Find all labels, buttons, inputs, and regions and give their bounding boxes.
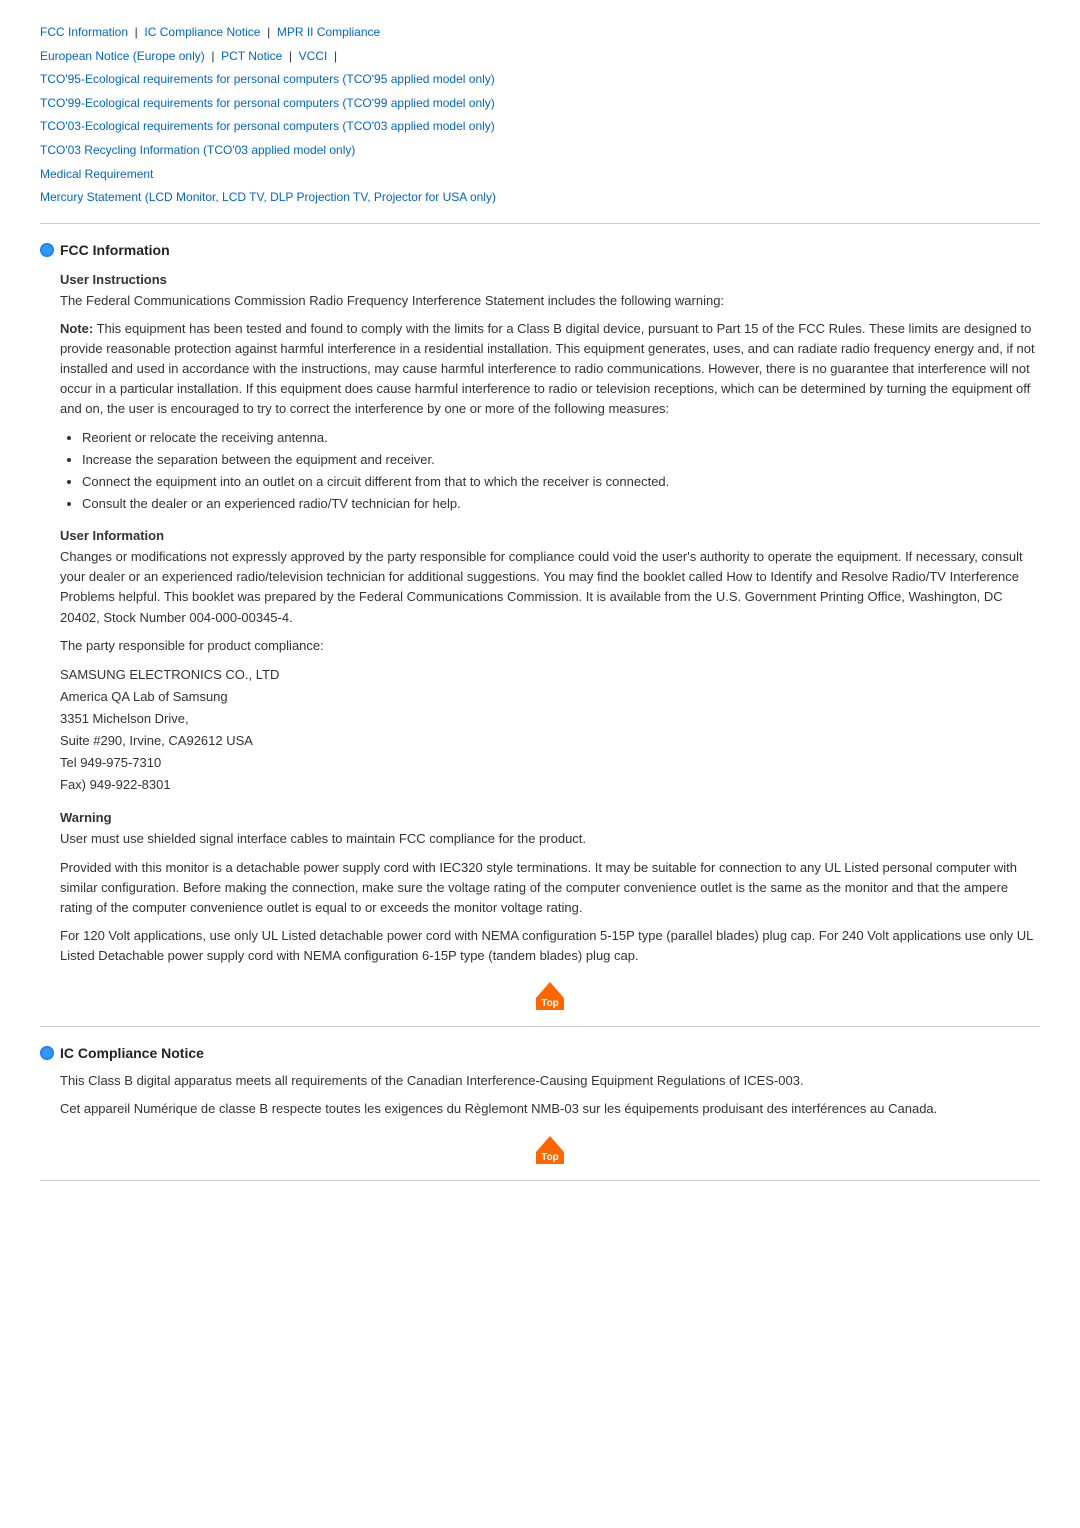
fcc-section-header: FCC Information xyxy=(40,242,1040,258)
ic-content: This Class B digital apparatus meets all… xyxy=(60,1071,1040,1163)
ic-section-header: IC Compliance Notice xyxy=(40,1045,1040,1061)
nav-mpr[interactable]: MPR II Compliance xyxy=(277,25,380,39)
measure-1: Reorient or relocate the receiving anten… xyxy=(82,428,1040,448)
note-body: This equipment has been tested and found… xyxy=(60,321,1035,417)
user-information-heading: User Information xyxy=(60,528,1040,543)
bottom-divider xyxy=(40,1180,1040,1181)
nav-tco03[interactable]: TCO'03-Ecological requirements for perso… xyxy=(40,119,495,133)
nav-pct[interactable]: PCT Notice xyxy=(221,49,282,63)
nav-fcc[interactable]: FCC Information xyxy=(40,25,128,39)
top-button-ic[interactable]: Top xyxy=(536,1136,564,1164)
warning-para3: For 120 Volt applications, use only UL L… xyxy=(60,926,1040,966)
top-base-ic: Top xyxy=(536,1152,564,1164)
fcc-section-title: FCC Information xyxy=(60,242,170,258)
nav-medical[interactable]: Medical Requirement xyxy=(40,167,153,181)
nav-mercury[interactable]: Mercury Statement (LCD Monitor, LCD TV, … xyxy=(40,190,496,204)
top-arrow-icon-ic xyxy=(536,1136,564,1152)
ic-para2: Cet appareil Numérique de classe B respe… xyxy=(60,1099,1040,1119)
ic-section-icon xyxy=(40,1046,54,1060)
nav-tco03r[interactable]: TCO'03 Recycling Information (TCO'03 app… xyxy=(40,143,355,157)
fcc-content: User Instructions The Federal Communicat… xyxy=(60,272,1040,1011)
top-button-fcc[interactable]: Top xyxy=(536,982,564,1010)
measure-3: Connect the equipment into an outlet on … xyxy=(82,472,1040,492)
user-instructions-heading: User Instructions xyxy=(60,272,1040,287)
top-label-ic: Top xyxy=(541,1153,559,1163)
nav-vcci[interactable]: VCCI xyxy=(299,49,328,63)
top-divider xyxy=(40,223,1040,224)
ic-section-title: IC Compliance Notice xyxy=(60,1045,204,1061)
company-block: SAMSUNG ELECTRONICS CO., LTD America QA … xyxy=(60,664,1040,797)
fcc-section-icon xyxy=(40,243,54,257)
nav-links: FCC Information | IC Compliance Notice |… xyxy=(40,20,1040,209)
user-instructions-intro: The Federal Communications Commission Ra… xyxy=(60,291,1040,311)
middle-divider xyxy=(40,1026,1040,1027)
user-instructions-note: Note: This equipment has been tested and… xyxy=(60,319,1040,420)
top-button-container-fcc: Top xyxy=(60,982,1040,1010)
note-bold: Note: xyxy=(60,321,93,336)
measures-list: Reorient or relocate the receiving anten… xyxy=(82,428,1040,515)
user-information-para1: Changes or modifications not expressly a… xyxy=(60,547,1040,628)
warning-heading: Warning xyxy=(60,810,1040,825)
ic-para1: This Class B digital apparatus meets all… xyxy=(60,1071,1040,1091)
nav-ic[interactable]: IC Compliance Notice xyxy=(144,25,260,39)
top-label: Top xyxy=(541,999,559,1009)
top-base: Top xyxy=(536,998,564,1010)
measure-4: Consult the dealer or an experienced rad… xyxy=(82,494,1040,514)
nav-tco99[interactable]: TCO'99-Ecological requirements for perso… xyxy=(40,96,495,110)
warning-para2: Provided with this monitor is a detachab… xyxy=(60,858,1040,918)
nav-european[interactable]: European Notice (Europe only) xyxy=(40,49,205,63)
measure-2: Increase the separation between the equi… xyxy=(82,450,1040,470)
nav-tco95[interactable]: TCO'95-Ecological requirements for perso… xyxy=(40,72,495,86)
user-information-para2: The party responsible for product compli… xyxy=(60,636,1040,656)
top-arrow-icon xyxy=(536,982,564,998)
top-button-container-ic: Top xyxy=(60,1136,1040,1164)
warning-para1: User must use shielded signal interface … xyxy=(60,829,1040,849)
